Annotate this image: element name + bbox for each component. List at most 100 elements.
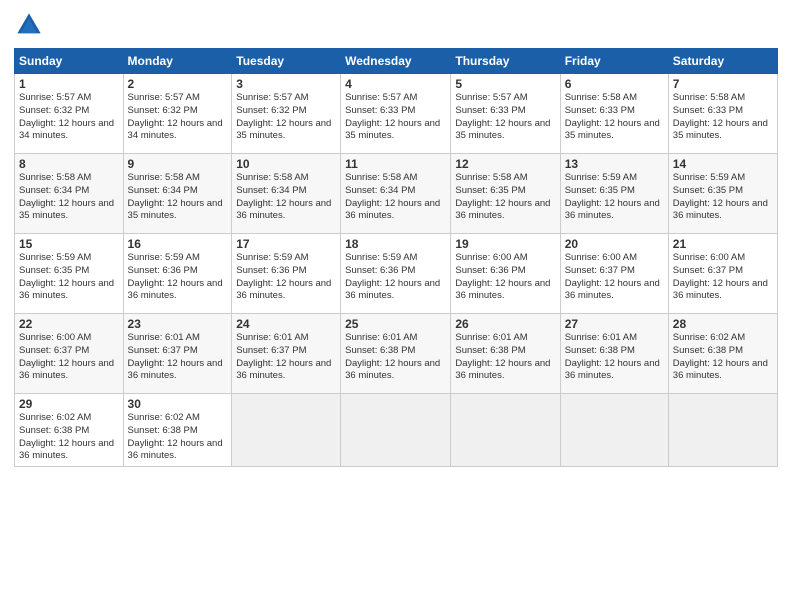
day-info: Sunrise: 5:58 AMSunset: 6:34 PMDaylight:… — [128, 172, 228, 223]
calendar-cell: 8Sunrise: 5:58 AMSunset: 6:34 PMDaylight… — [15, 154, 124, 234]
calendar-table: SundayMondayTuesdayWednesdayThursdayFrid… — [14, 48, 778, 467]
calendar-week-row: 15Sunrise: 5:59 AMSunset: 6:35 PMDayligh… — [15, 234, 778, 314]
day-number: 24 — [236, 317, 336, 331]
calendar-cell: 29Sunrise: 6:02 AMSunset: 6:38 PMDayligh… — [15, 394, 124, 467]
day-number: 16 — [128, 237, 228, 251]
calendar-cell: 11Sunrise: 5:58 AMSunset: 6:34 PMDayligh… — [341, 154, 451, 234]
day-info: Sunrise: 5:58 AMSunset: 6:34 PMDaylight:… — [236, 172, 336, 223]
day-number: 5 — [455, 77, 555, 91]
day-info: Sunrise: 6:00 AMSunset: 6:37 PMDaylight:… — [565, 252, 664, 303]
page: SundayMondayTuesdayWednesdayThursdayFrid… — [0, 0, 792, 612]
day-info: Sunrise: 6:01 AMSunset: 6:38 PMDaylight:… — [345, 332, 446, 383]
day-info: Sunrise: 5:59 AMSunset: 6:35 PMDaylight:… — [19, 252, 119, 303]
day-number: 20 — [565, 237, 664, 251]
day-number: 6 — [565, 77, 664, 91]
weekday-header-wednesday: Wednesday — [341, 49, 451, 74]
day-number: 18 — [345, 237, 446, 251]
calendar-cell: 5Sunrise: 5:57 AMSunset: 6:33 PMDaylight… — [451, 74, 560, 154]
day-number: 28 — [673, 317, 773, 331]
calendar-cell: 23Sunrise: 6:01 AMSunset: 6:37 PMDayligh… — [123, 314, 232, 394]
calendar-cell: 12Sunrise: 5:58 AMSunset: 6:35 PMDayligh… — [451, 154, 560, 234]
day-number: 11 — [345, 157, 446, 171]
day-number: 13 — [565, 157, 664, 171]
day-number: 21 — [673, 237, 773, 251]
day-info: Sunrise: 5:58 AMSunset: 6:35 PMDaylight:… — [455, 172, 555, 223]
calendar-cell: 1Sunrise: 5:57 AMSunset: 6:32 PMDaylight… — [15, 74, 124, 154]
calendar-week-row: 8 Sunrise: 5:58 AMSunset: 6:34 PMDaylight… — [15, 154, 778, 234]
calendar-cell: 20Sunrise: 6:00 AMSunset: 6:37 PMDayligh… — [560, 234, 668, 314]
day-number: 1 — [19, 77, 119, 91]
calendar-cell: 9Sunrise: 5:58 AMSunset: 6:34 PMDaylight… — [123, 154, 232, 234]
day-number: 27 — [565, 317, 664, 331]
day-number: 4 — [345, 77, 446, 91]
day-number: 14 — [673, 157, 773, 171]
day-info: Sunrise: 6:00 AMSunset: 6:37 PMDaylight:… — [673, 252, 773, 303]
calendar-cell: 16Sunrise: 5:59 AMSunset: 6:36 PMDayligh… — [123, 234, 232, 314]
day-info: Sunrise: 6:01 AMSunset: 6:37 PMDaylight:… — [236, 332, 336, 383]
day-info: Sunrise: 5:57 AMSunset: 6:33 PMDaylight:… — [345, 92, 446, 143]
day-number: 19 — [455, 237, 555, 251]
calendar-cell: 10Sunrise: 5:58 AMSunset: 6:34 PMDayligh… — [232, 154, 341, 234]
logo-icon — [14, 10, 44, 40]
day-info: Sunrise: 6:00 AMSunset: 6:37 PMDaylight:… — [19, 332, 119, 383]
day-number: 26 — [455, 317, 555, 331]
day-number: 29 — [19, 397, 119, 411]
day-number: 2 — [128, 77, 228, 91]
weekday-header-friday: Friday — [560, 49, 668, 74]
calendar-cell: 30Sunrise: 6:02 AMSunset: 6:38 PMDayligh… — [123, 394, 232, 467]
day-info: Sunrise: 5:59 AMSunset: 6:35 PMDaylight:… — [673, 172, 773, 223]
day-info: Sunrise: 5:57 AMSunset: 6:32 PMDaylight:… — [128, 92, 228, 143]
weekday-header-saturday: Saturday — [668, 49, 777, 74]
day-number: 30 — [128, 397, 228, 411]
day-number: 9 — [128, 157, 228, 171]
day-number: 12 — [455, 157, 555, 171]
calendar-cell — [232, 394, 341, 467]
day-info: Sunrise: 6:01 AMSunset: 6:37 PMDaylight:… — [128, 332, 228, 383]
day-info: Sunrise: 5:57 AMSunset: 6:33 PMDaylight:… — [455, 92, 555, 143]
weekday-header-row: SundayMondayTuesdayWednesdayThursdayFrid… — [15, 49, 778, 74]
calendar-cell: 25Sunrise: 6:01 AMSunset: 6:38 PMDayligh… — [341, 314, 451, 394]
weekday-header-monday: Monday — [123, 49, 232, 74]
calendar-cell: 17Sunrise: 5:59 AMSunset: 6:36 PMDayligh… — [232, 234, 341, 314]
calendar-cell: 28Sunrise: 6:02 AMSunset: 6:38 PMDayligh… — [668, 314, 777, 394]
calendar-cell: 27Sunrise: 6:01 AMSunset: 6:38 PMDayligh… — [560, 314, 668, 394]
day-info: Sunrise: 6:02 AMSunset: 6:38 PMDaylight:… — [673, 332, 773, 383]
calendar-cell: 13Sunrise: 5:59 AMSunset: 6:35 PMDayligh… — [560, 154, 668, 234]
calendar-cell: 14Sunrise: 5:59 AMSunset: 6:35 PMDayligh… — [668, 154, 777, 234]
day-info: Sunrise: 6:01 AMSunset: 6:38 PMDaylight:… — [565, 332, 664, 383]
day-number: 10 — [236, 157, 336, 171]
day-number: 25 — [345, 317, 446, 331]
calendar-cell: 3Sunrise: 5:57 AMSunset: 6:32 PMDaylight… — [232, 74, 341, 154]
weekday-header-thursday: Thursday — [451, 49, 560, 74]
calendar-cell: 7Sunrise: 5:58 AMSunset: 6:33 PMDaylight… — [668, 74, 777, 154]
day-info: Sunrise: 5:59 AMSunset: 6:36 PMDaylight:… — [345, 252, 446, 303]
day-info: Sunrise: 6:02 AMSunset: 6:38 PMDaylight:… — [19, 412, 119, 463]
calendar-cell: 19Sunrise: 6:00 AMSunset: 6:36 PMDayligh… — [451, 234, 560, 314]
calendar-cell: 2Sunrise: 5:57 AMSunset: 6:32 PMDaylight… — [123, 74, 232, 154]
calendar-cell: 18Sunrise: 5:59 AMSunset: 6:36 PMDayligh… — [341, 234, 451, 314]
day-info: Sunrise: 5:59 AMSunset: 6:36 PMDaylight:… — [128, 252, 228, 303]
day-number: 17 — [236, 237, 336, 251]
weekday-header-sunday: Sunday — [15, 49, 124, 74]
calendar-cell: 21Sunrise: 6:00 AMSunset: 6:37 PMDayligh… — [668, 234, 777, 314]
day-info: Sunrise: 5:57 AMSunset: 6:32 PMDaylight:… — [236, 92, 336, 143]
calendar-cell: 22Sunrise: 6:00 AMSunset: 6:37 PMDayligh… — [15, 314, 124, 394]
day-info: Sunrise: 5:58 AMSunset: 6:33 PMDaylight:… — [673, 92, 773, 143]
day-number: 8 — [19, 157, 119, 171]
calendar-week-row: 29Sunrise: 6:02 AMSunset: 6:38 PMDayligh… — [15, 394, 778, 467]
calendar-cell — [451, 394, 560, 467]
calendar-week-row: 22Sunrise: 6:00 AMSunset: 6:37 PMDayligh… — [15, 314, 778, 394]
calendar-cell — [341, 394, 451, 467]
day-number: 22 — [19, 317, 119, 331]
calendar-cell: 26Sunrise: 6:01 AMSunset: 6:38 PMDayligh… — [451, 314, 560, 394]
day-number: 15 — [19, 237, 119, 251]
calendar-cell: 24Sunrise: 6:01 AMSunset: 6:37 PMDayligh… — [232, 314, 341, 394]
header — [14, 10, 778, 40]
day-number: 23 — [128, 317, 228, 331]
day-info: Sunrise: 6:02 AMSunset: 6:38 PMDaylight:… — [128, 412, 228, 463]
calendar-week-row: 1 Sunrise: 5:57 AMSunset: 6:32 PMDaylight… — [15, 74, 778, 154]
day-info: Sunrise: 5:59 AMSunset: 6:36 PMDaylight:… — [236, 252, 336, 303]
calendar-cell: 4Sunrise: 5:57 AMSunset: 6:33 PMDaylight… — [341, 74, 451, 154]
calendar-cell — [560, 394, 668, 467]
day-number: 3 — [236, 77, 336, 91]
